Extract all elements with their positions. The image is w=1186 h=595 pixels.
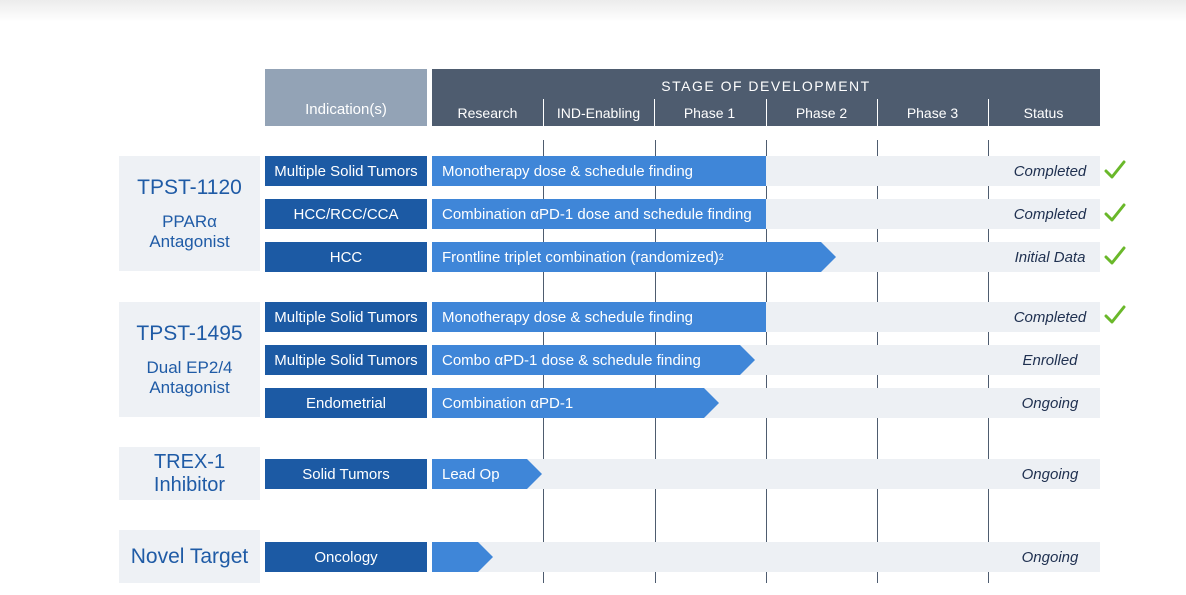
status-text: Ongoing — [1021, 465, 1079, 483]
stage-of-development-header: STAGE OF DEVELOPMENT Research IND-Enabli… — [432, 69, 1100, 126]
group-name: TREX-1 Inhibitor — [153, 450, 226, 496]
bar-label: Monotherapy dose & schedule finding — [442, 308, 694, 326]
bar-label: Monotherapy dose & schedule finding — [442, 162, 694, 180]
bar-label: Frontline triplet combination (randomize… — [442, 248, 719, 266]
progress-bar: Monotherapy dose & schedule finding — [432, 302, 766, 332]
group-subtitle: PPARα Antagonist — [149, 211, 230, 251]
progress-bar: Combination αPD-1 — [432, 388, 719, 418]
progress-bar: Monotherapy dose & schedule finding — [432, 156, 766, 186]
indication-box: Multiple Solid Tumors — [265, 156, 427, 186]
status-text: Ongoing — [1021, 394, 1079, 412]
status-text: Completed — [1013, 308, 1087, 326]
bar-label: Combination αPD-1 — [442, 394, 574, 412]
indication-box: Multiple Solid Tumors — [265, 345, 427, 375]
bar-label: Combination αPD-1 dose and schedule find… — [442, 205, 752, 223]
stage-status: Status — [1023, 105, 1064, 121]
indication-box: Solid Tumors — [265, 459, 427, 489]
top-shade — [0, 0, 1186, 22]
indication-box: Oncology — [265, 542, 427, 572]
stage-phase-2: Phase 2 — [795, 105, 848, 121]
check-icon — [1102, 155, 1128, 185]
progress-bar: Combo αPD-1 dose & schedule finding — [432, 345, 755, 375]
status-text: Completed — [1013, 162, 1087, 180]
indication-box: Endometrial — [265, 388, 427, 418]
stage-research: Research — [457, 105, 518, 121]
bar-label: Combo αPD-1 dose & schedule finding — [442, 351, 701, 369]
progress-bar: Frontline triplet combination (randomize… — [432, 242, 836, 272]
stage-ind-enabling: IND-Enabling — [556, 105, 641, 121]
check-icon — [1102, 300, 1128, 330]
check-icon — [1102, 198, 1128, 228]
stage-title: STAGE OF DEVELOPMENT — [661, 78, 871, 94]
group-name: Novel Target — [130, 544, 249, 568]
group-trex-1: TREX-1 Inhibitor — [119, 447, 260, 500]
stage-phase-3: Phase 3 — [906, 105, 959, 121]
progress-bar: Combination αPD-1 dose and schedule find… — [432, 199, 766, 229]
check-icon — [1102, 241, 1128, 271]
status-text: Completed — [1013, 205, 1087, 223]
progress-bar: Lead Op — [432, 459, 542, 489]
group-tpst-1495: TPST-1495 Dual EP2/4 Antagonist — [119, 302, 260, 417]
group-subtitle: Dual EP2/4 Antagonist — [146, 357, 233, 397]
status-text: Initial Data — [1014, 248, 1086, 266]
indication-column-header: Indication(s) — [265, 69, 427, 126]
indication-box: HCC — [265, 242, 427, 272]
status-text: Enrolled — [1022, 351, 1078, 369]
group-name: TPST-1120 — [137, 175, 242, 199]
indication-box: Multiple Solid Tumors — [265, 302, 427, 332]
group-novel-target: Novel Target — [119, 530, 260, 583]
group-name: TPST-1495 — [136, 321, 243, 345]
bar-label: Lead Op — [442, 465, 500, 483]
group-tpst-1120: TPST-1120 PPARα Antagonist — [119, 156, 260, 271]
status-text: Ongoing — [1021, 548, 1079, 566]
stage-phase-1: Phase 1 — [683, 105, 736, 121]
indication-box: HCC/RCC/CCA — [265, 199, 427, 229]
